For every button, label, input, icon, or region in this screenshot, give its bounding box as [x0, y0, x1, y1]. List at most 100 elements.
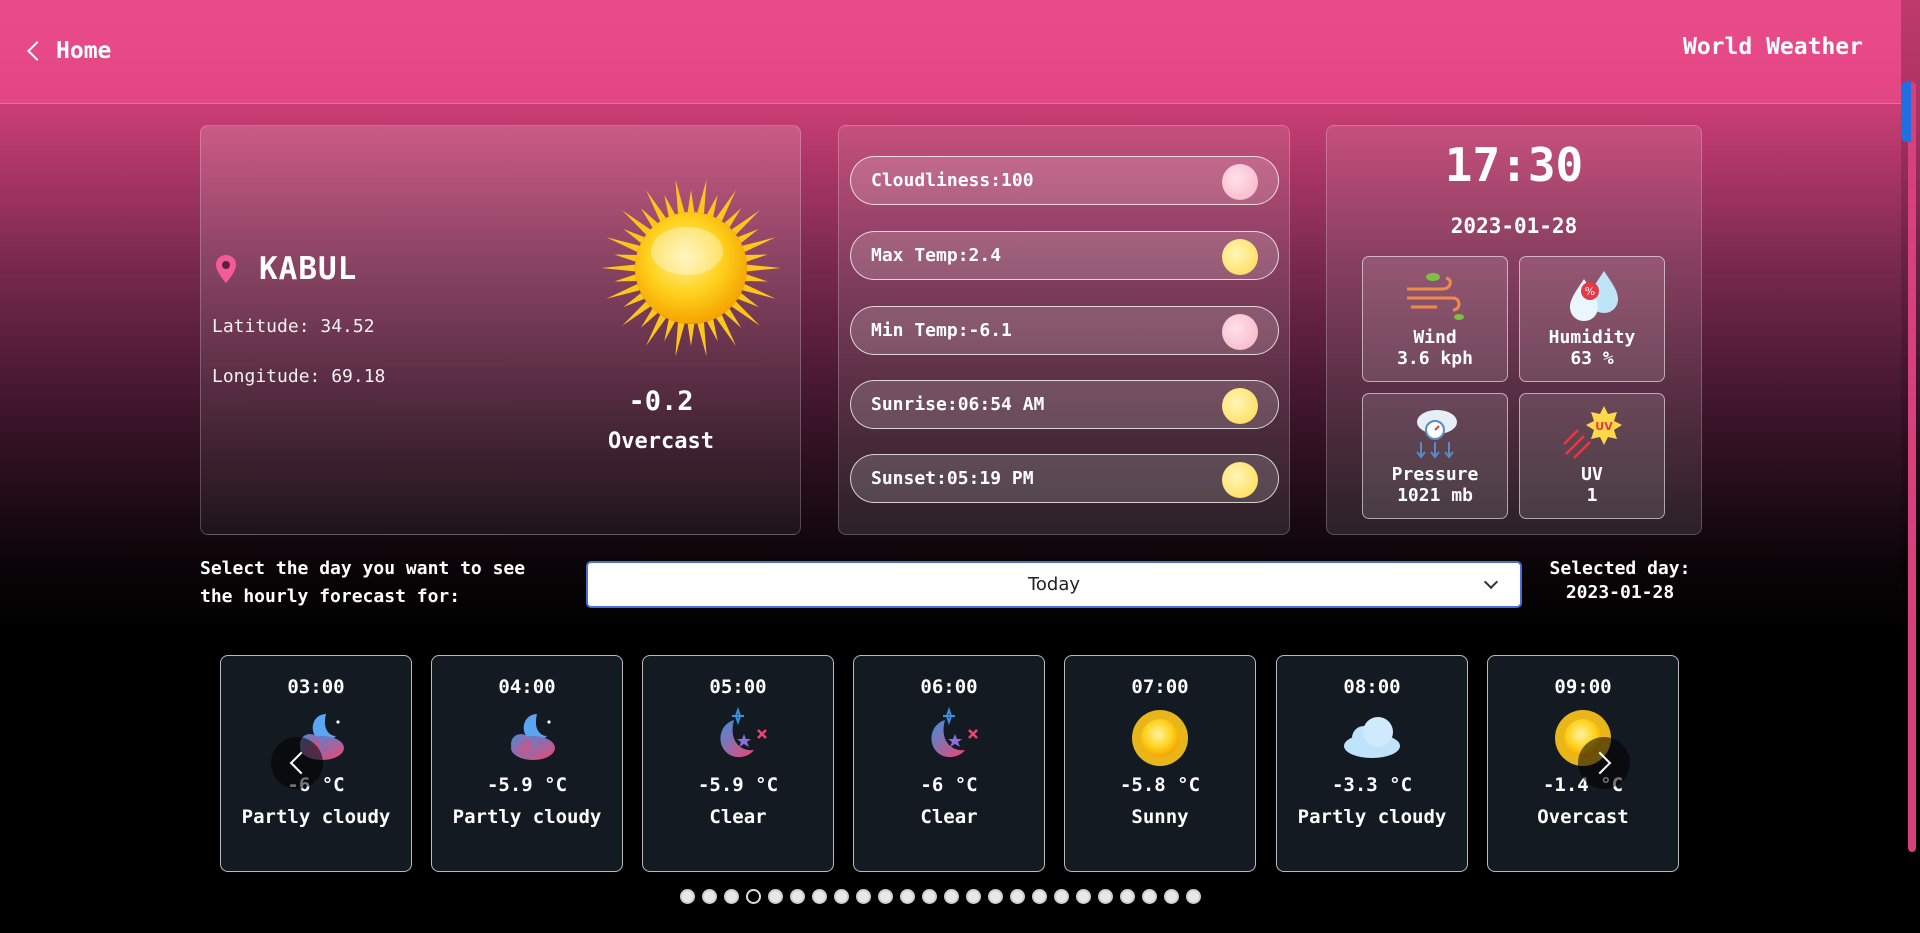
hour-condition: Partly cloudy — [452, 806, 602, 828]
hour-temp: -3.3 °C — [1331, 774, 1413, 796]
current-condition: Overcast — [608, 429, 714, 454]
stat-label: Sunrise:06:54 AM — [871, 394, 1045, 415]
current-temperature: -0.2 — [628, 386, 694, 417]
metric-label: Pressure — [1391, 464, 1479, 485]
hour-card[interactable]: 07:00 -5.8 °C Sunny — [1064, 655, 1256, 872]
carousel-dot[interactable] — [1164, 889, 1179, 904]
hour-time: 03:00 — [287, 676, 345, 698]
city-row: KABUL — [215, 251, 357, 287]
metric-value: 3.6 kph — [1397, 348, 1473, 369]
hour-temp: -5.9 °C — [697, 774, 779, 796]
stat-sunset: Sunset:05:19 PM — [850, 454, 1279, 503]
carousel-dot[interactable] — [702, 889, 717, 904]
date: 2023-01-28 — [1450, 214, 1578, 238]
metric-label: Humidity — [1548, 327, 1636, 348]
hour-condition: Clear — [920, 806, 978, 828]
home-link[interactable]: Home — [24, 38, 111, 64]
location-pin-icon — [216, 255, 236, 283]
hour-condition: Clear — [709, 806, 767, 828]
stat-label: Sunset:05:19 PM — [871, 468, 1034, 489]
sunrise-icon — [1222, 388, 1258, 424]
pressure-icon — [1416, 410, 1457, 459]
carousel-dot[interactable] — [988, 889, 1003, 904]
selected-day-value: 2023-01-28 — [1565, 582, 1675, 603]
carousel-dot[interactable] — [812, 889, 827, 904]
hour-condition: Partly cloudy — [241, 806, 391, 828]
hour-card[interactable]: 06:00 -6 °C Clear — [853, 655, 1045, 872]
page-scrollbar[interactable] — [1901, 0, 1920, 933]
carousel-dot[interactable] — [1120, 889, 1135, 904]
hour-time: 04:00 — [498, 676, 556, 698]
carousel-dot[interactable] — [746, 889, 761, 904]
stat-cloudliness: Cloudliness:100 — [850, 156, 1279, 205]
carousel-dot[interactable] — [922, 889, 937, 904]
top-bar: Home World Weather — [0, 0, 1901, 104]
carousel-dot[interactable] — [834, 889, 849, 904]
carousel-dot[interactable] — [1186, 889, 1201, 904]
carousel-next-button[interactable] — [1578, 737, 1630, 789]
hour-time: 09:00 — [1554, 676, 1612, 698]
metric-label: Wind — [1413, 327, 1457, 348]
hour-card[interactable]: 08:00 -3.3 °C Partly cloudy — [1276, 655, 1468, 872]
thermometer-hot-icon — [1222, 239, 1258, 275]
scrollbar-track — [1908, 82, 1916, 852]
carousel-dot[interactable] — [1142, 889, 1157, 904]
carousel-dot[interactable] — [900, 889, 915, 904]
hour-condition: Sunny — [1131, 806, 1189, 828]
svg-text:UV: UV — [1595, 420, 1613, 433]
carousel-dot[interactable] — [1076, 889, 1091, 904]
hour-time: 08:00 — [1343, 676, 1401, 698]
hour-temp: -5.9 °C — [486, 774, 568, 796]
metric-value: 1021 mb — [1397, 485, 1473, 506]
hour-time: 07:00 — [1131, 676, 1189, 698]
humidity-icon: % — [1570, 271, 1618, 321]
uv-icon: UV — [1563, 406, 1622, 459]
carousel-dot[interactable] — [856, 889, 871, 904]
carousel-dot[interactable] — [680, 889, 695, 904]
carousel-dot[interactable] — [878, 889, 893, 904]
carousel-dot[interactable] — [1010, 889, 1025, 904]
stat-label: Min Temp:-6.1 — [871, 320, 1012, 341]
stat-min-temp: Min Temp:-6.1 — [850, 306, 1279, 355]
hour-condition: Partly cloudy — [1297, 806, 1447, 828]
stat-max-temp: Max Temp:2.4 — [850, 231, 1279, 280]
hour-time: 06:00 — [920, 676, 978, 698]
carousel-dot[interactable] — [1054, 889, 1069, 904]
hour-card[interactable]: 04:00 -5.9 °C Partly cloudy — [431, 655, 623, 872]
carousel-dot[interactable] — [966, 889, 981, 904]
brand-title: World Weather — [1682, 34, 1863, 60]
metric-label: UV — [1581, 464, 1603, 485]
hour-temp: -6 °C — [920, 774, 978, 796]
moon-cloud-icon — [493, 706, 561, 770]
day-select[interactable]: Today — [586, 561, 1522, 608]
carousel-dot[interactable] — [768, 889, 783, 904]
carousel-dot[interactable] — [1032, 889, 1047, 904]
selected-day-label: Selected day: — [1549, 558, 1691, 579]
wind-icon — [1407, 273, 1464, 320]
sun-icon — [1126, 706, 1194, 770]
carousel-dot[interactable] — [944, 889, 959, 904]
longitude: Longitude: 69.18 — [212, 366, 386, 387]
stat-sunrise: Sunrise:06:54 AM — [850, 380, 1279, 429]
hour-time: 05:00 — [709, 676, 767, 698]
stat-label: Max Temp:2.4 — [871, 245, 1002, 266]
metric-value: 63 % — [1570, 348, 1614, 369]
day-select-value: Today — [1027, 574, 1081, 595]
moon-stars-icon — [915, 706, 983, 770]
latitude: Latitude: 34.52 — [212, 316, 375, 337]
svg-text:%: % — [1585, 285, 1595, 298]
hour-card[interactable]: 05:00 -5.9 °C Clear — [642, 655, 834, 872]
carousel-dot[interactable] — [790, 889, 805, 904]
scrollbar-thumb[interactable] — [1901, 82, 1911, 142]
cloud-icon — [1338, 706, 1406, 770]
stat-label: Cloudliness:100 — [871, 170, 1034, 191]
sunset-icon — [1222, 462, 1258, 498]
metric-humidity: % Humidity 63 % — [1519, 256, 1665, 382]
moon-stars-icon — [704, 706, 772, 770]
home-label: Home — [56, 38, 112, 64]
carousel-dot[interactable] — [724, 889, 739, 904]
metric-wind: Wind 3.6 kph — [1362, 256, 1508, 382]
carousel-prev-button[interactable] — [271, 737, 323, 789]
selected-day: Selected day: 2023-01-28 — [1540, 557, 1700, 605]
carousel-dot[interactable] — [1098, 889, 1113, 904]
